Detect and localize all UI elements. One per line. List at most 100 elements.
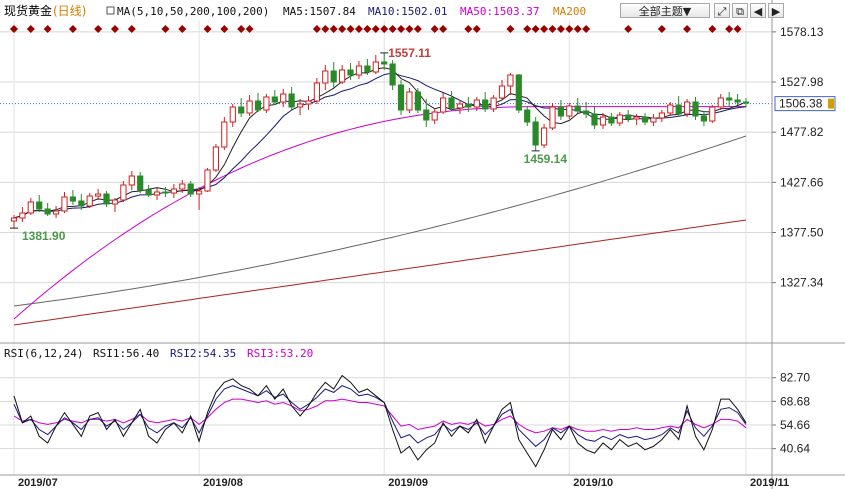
candle-body <box>10 217 18 222</box>
price-tick-label: 1427.66 <box>780 175 824 189</box>
candle-body <box>566 105 573 117</box>
candle-body <box>196 190 203 195</box>
ma10-value: MA10:1502.01 <box>368 5 447 18</box>
low-price-annotation: 1459.14 <box>524 152 568 166</box>
ma50-line <box>13 106 746 320</box>
candle-body <box>153 191 161 196</box>
candle-body <box>44 208 51 215</box>
candle-body <box>498 85 506 99</box>
candle-body <box>69 196 77 202</box>
candle-body <box>238 106 245 114</box>
candle-body <box>515 74 522 111</box>
candle-body <box>179 183 186 190</box>
date-tick-label: 2019/09 <box>388 477 428 489</box>
rsi-params-label: RSI(6,12,24) <box>4 347 83 360</box>
candle-body <box>61 196 68 212</box>
ma200-line <box>13 219 747 326</box>
expand-icon[interactable]: ⤢ <box>714 3 730 18</box>
candle-body <box>574 105 581 112</box>
candle-body <box>86 195 93 207</box>
date-tick-label: 2019/08 <box>203 477 243 489</box>
candle-body <box>137 175 144 191</box>
candlesticks <box>10 53 750 228</box>
candle-body <box>616 114 623 124</box>
candle-body <box>591 113 598 126</box>
candle-body <box>726 97 733 101</box>
ma200-label: MA200 <box>553 5 586 18</box>
instrument-title: 现货黄金 <box>4 3 52 18</box>
candle-body <box>667 104 674 114</box>
candle-body <box>204 169 211 192</box>
candle-body <box>490 97 497 110</box>
candle-body <box>339 69 346 83</box>
candle-body <box>658 112 665 119</box>
rsi-tick-label: 68.68 <box>780 394 810 408</box>
candle-body <box>641 116 649 123</box>
candle-body <box>465 103 472 108</box>
ma5-value: MA5:1507.84 <box>283 5 356 18</box>
candle-body <box>128 175 135 186</box>
candle-body <box>431 111 438 121</box>
rsi1-value: RSI1:56.40 <box>93 347 159 360</box>
candle-body <box>103 193 110 205</box>
gold-daily-chart: 1578.13 1527.98 1477.82 1427.66 1377.50 1327.… <box>0 0 845 489</box>
axes <box>0 0 845 489</box>
candle-body <box>322 70 329 84</box>
candle-body <box>271 96 278 103</box>
current-price-label: 1506.38 <box>779 97 823 111</box>
low-price-annotation: 1381.90 <box>22 229 66 243</box>
candle-body <box>448 97 455 109</box>
candle-body <box>330 70 337 83</box>
restore-icon[interactable]: ⧉ <box>732 3 748 18</box>
rsi3-line <box>13 398 747 434</box>
rsi-tick-label: 82.70 <box>780 371 810 385</box>
candle-body <box>145 189 152 196</box>
candle-body <box>305 100 312 105</box>
candle-body <box>111 199 119 205</box>
price-tick-label: 1578.13 <box>780 25 824 39</box>
candle-body <box>53 210 60 215</box>
candle-body <box>532 121 539 146</box>
candle-body <box>608 116 615 124</box>
candle-body <box>414 91 421 111</box>
candle-body <box>36 201 43 210</box>
rsi2-value: RSI2:54.35 <box>170 347 236 360</box>
candle-body <box>440 97 447 113</box>
next-icon[interactable]: ▶ <box>768 3 784 18</box>
rsi2-line <box>13 385 747 448</box>
theme-dropdown-button[interactable]: 全部主题▼ <box>620 3 710 18</box>
candle-body <box>246 100 253 114</box>
price-tick-label: 1377.50 <box>780 226 824 240</box>
candle-body <box>700 115 707 122</box>
candle-body <box>313 82 320 102</box>
candle-body <box>397 84 405 111</box>
candle-body <box>625 114 632 120</box>
date-tick-label: 2019/10 <box>573 477 613 489</box>
prev-icon[interactable]: ◀ <box>750 3 766 18</box>
candle-body <box>734 99 741 103</box>
ma-toggle-icon[interactable] <box>106 6 115 15</box>
candle-body <box>742 101 750 104</box>
candle-body <box>78 200 85 207</box>
rsi-panel <box>13 374 747 468</box>
candle-body <box>482 99 489 110</box>
candle-body <box>456 103 463 109</box>
price-tick-label: 1477.82 <box>780 125 824 139</box>
candle-body <box>507 74 514 87</box>
ma100-line <box>13 135 747 307</box>
candle-body <box>709 106 716 122</box>
candle-body <box>263 96 270 111</box>
period-label[interactable]: (日线) <box>53 4 86 18</box>
candle-body <box>355 65 363 76</box>
candle-body <box>372 61 379 73</box>
candle-body <box>389 63 396 86</box>
candle-body <box>650 117 657 123</box>
ma-params-label: MA(5,10,50,200,100,200) <box>117 5 269 18</box>
rsi-tick-label: 54.66 <box>780 418 810 432</box>
candle-body <box>280 93 287 103</box>
candle-body <box>19 212 26 219</box>
candle-body <box>541 127 548 146</box>
candle-body <box>473 99 480 108</box>
candle-body <box>27 201 34 214</box>
candle-body <box>212 146 220 171</box>
